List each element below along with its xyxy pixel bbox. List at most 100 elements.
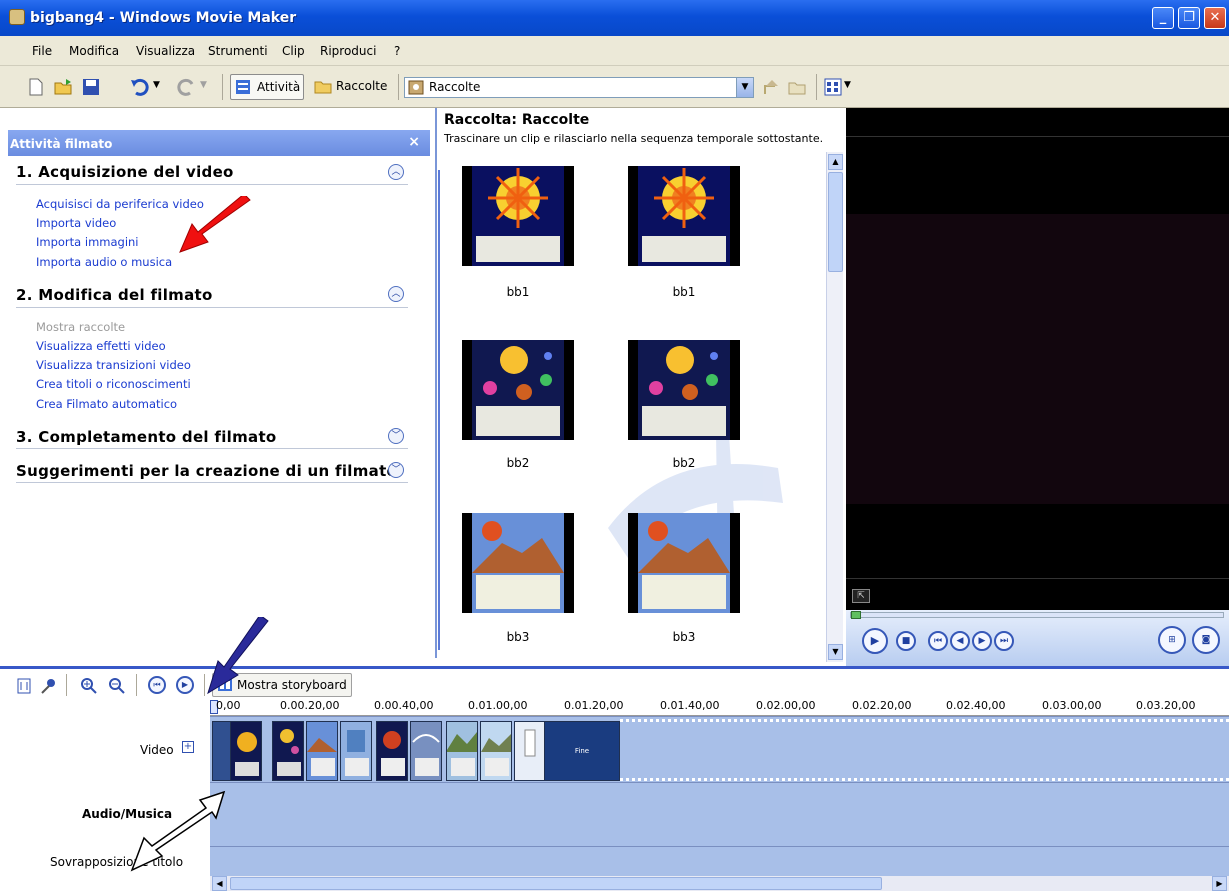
scroll-up-icon[interactable]: ▲ (828, 154, 843, 170)
clip-label: bb3 (506, 630, 530, 644)
split-clip-icon[interactable]: ⊞ (1158, 626, 1186, 654)
video-clip[interactable] (446, 721, 478, 781)
clip-frame-image (524, 729, 536, 757)
play-icon[interactable]: ▶ (862, 628, 888, 654)
video-clip[interactable] (306, 721, 338, 781)
set-audio-levels-icon[interactable] (16, 678, 32, 694)
forward-icon[interactable]: ▶ (972, 631, 992, 651)
planets-image (472, 340, 564, 440)
link-import-video[interactable]: Importa video (36, 216, 116, 230)
video-clip[interactable] (272, 721, 304, 781)
link-make-titles[interactable]: Crea titoli o riconoscimenti (36, 377, 191, 391)
video-clip[interactable] (376, 721, 408, 781)
scroll-left-icon[interactable]: ◀ (212, 876, 227, 891)
menu-clip[interactable]: Clip (282, 44, 305, 58)
redo-dropdown-icon[interactable]: ▼ (200, 80, 207, 90)
chevron-down-icon[interactable]: ▼ (736, 78, 753, 97)
scroll-thumb[interactable] (230, 877, 882, 890)
scroll-thumb[interactable] (828, 172, 843, 272)
section-finish-title[interactable]: 3. Completamento del filmato (16, 428, 277, 446)
audio-music-track[interactable] (210, 782, 1229, 846)
menu-visualizza[interactable]: Visualizza (136, 44, 195, 58)
redo-icon[interactable] (176, 78, 196, 96)
clip-thumbnail-volcano[interactable] (628, 513, 740, 613)
split-preview-icon[interactable]: ⇱ (852, 589, 870, 603)
close-pane-icon[interactable]: × (408, 134, 420, 150)
menu-riproduci[interactable]: Riproduci (320, 44, 376, 58)
scroll-right-icon[interactable]: ▶ (1212, 876, 1227, 891)
minimize-button[interactable]: _ (1152, 7, 1174, 29)
collection-select[interactable]: Raccolte ▼ (404, 77, 754, 98)
title-bar[interactable]: bigbang4 - Windows Movie Maker _ ❐ ✕ (0, 0, 1229, 36)
section-capture-title[interactable]: 1. Acquisizione del video (16, 163, 234, 181)
undo-dropdown-icon[interactable]: ▼ (153, 80, 160, 90)
playback-controls: ▶ ■ ⏮ ◀ ▶ ⏭ ⊞ ◙ (846, 610, 1229, 666)
stop-icon[interactable]: ■ (896, 631, 916, 651)
views-dropdown-icon[interactable]: ▼ (844, 80, 851, 90)
play-timeline-icon[interactable]: ▶ (176, 676, 194, 694)
collection-scrollbar[interactable]: ▲ ▼ (826, 152, 843, 662)
clip-label: bb3 (672, 630, 696, 644)
new-collection-folder-icon[interactable] (788, 78, 808, 96)
expand-section-icon[interactable]: ﹀ (388, 462, 404, 478)
previous-frame-icon[interactable]: ⏮ (928, 631, 948, 651)
seek-thumb[interactable] (851, 611, 861, 619)
clip-thumbnail-planets[interactable] (462, 340, 574, 440)
menu-help[interactable]: ? (394, 44, 400, 58)
save-project-icon[interactable] (82, 78, 100, 96)
video-track-label: Video (140, 743, 174, 757)
take-picture-icon[interactable]: ◙ (1192, 626, 1220, 654)
link-import-pictures[interactable]: Importa immagini (36, 235, 139, 249)
scroll-down-icon[interactable]: ▼ (828, 644, 843, 660)
clip-thumbnail-sun[interactable] (462, 166, 574, 266)
clip-thumbnail-volcano[interactable] (462, 513, 574, 613)
open-project-icon[interactable] (54, 78, 74, 96)
new-project-icon[interactable] (28, 78, 44, 96)
collapse-section-icon[interactable]: ︿ (388, 164, 404, 180)
video-clip[interactable] (410, 721, 442, 781)
expand-video-track-icon[interactable]: + (182, 741, 194, 753)
section-edit-title[interactable]: 2. Modifica del filmato (16, 286, 213, 304)
blue-arrow-annotation (207, 617, 269, 695)
clip-label: bb2 (672, 456, 696, 470)
movie-tasks-pane: Attività filmato × 1. Acquisizione del v… (0, 108, 437, 658)
expand-section-icon[interactable]: ﹀ (388, 428, 404, 444)
zoom-out-icon[interactable] (108, 677, 126, 695)
narrate-timeline-icon[interactable] (40, 678, 56, 694)
rewind-timeline-icon[interactable]: ⏮ (148, 676, 166, 694)
views-icon[interactable] (824, 78, 842, 96)
volcano-image (472, 513, 564, 613)
link-automovie[interactable]: Crea Filmato automatico (36, 397, 177, 411)
link-view-video-effects[interactable]: Visualizza effetti video (36, 339, 166, 353)
menu-modifica[interactable]: Modifica (69, 44, 119, 58)
next-frame-icon[interactable]: ⏭ (994, 631, 1014, 651)
seek-bar[interactable] (850, 611, 1224, 619)
ruler-tick: 0.02.00,00 (756, 699, 816, 712)
video-clip[interactable] (480, 721, 512, 781)
video-clip[interactable] (230, 721, 262, 781)
link-show-collections[interactable]: Mostra raccolte (36, 320, 125, 334)
video-track[interactable]: Fine (210, 716, 1229, 782)
link-view-video-transitions[interactable]: Visualizza transizioni video (36, 358, 191, 372)
clip-thumbnail-sun[interactable] (628, 166, 740, 266)
video-clip[interactable] (514, 721, 546, 781)
section-tips-title[interactable]: Suggerimenti per la creazione di un film… (16, 462, 397, 480)
timeline-ruler[interactable]: 0,00 0.00.20,00 0.00.40,00 0.01.00,00 0.… (210, 698, 1229, 716)
undo-icon[interactable] (130, 78, 150, 96)
menu-strumenti[interactable]: Strumenti (208, 44, 268, 58)
end-title-clip[interactable]: Fine (544, 721, 620, 781)
maximize-button[interactable]: ❐ (1178, 7, 1200, 29)
collapse-section-icon[interactable]: ︿ (388, 286, 404, 302)
clip-thumbnail-planets[interactable] (628, 340, 740, 440)
link-import-audio[interactable]: Importa audio o musica (36, 255, 172, 269)
close-button[interactable]: ✕ (1204, 7, 1226, 29)
collections-button[interactable]: Raccolte (336, 76, 387, 98)
timeline-scrollbar[interactable]: ◀ ▶ (210, 876, 1229, 891)
video-clip[interactable] (340, 721, 372, 781)
up-level-icon[interactable] (762, 78, 782, 96)
zoom-in-icon[interactable] (80, 677, 98, 695)
rewind-icon[interactable]: ◀ (950, 631, 970, 651)
tasks-button[interactable]: Attività (230, 74, 304, 100)
menu-file[interactable]: File (32, 44, 52, 58)
title-overlay-track[interactable] (210, 846, 1229, 876)
